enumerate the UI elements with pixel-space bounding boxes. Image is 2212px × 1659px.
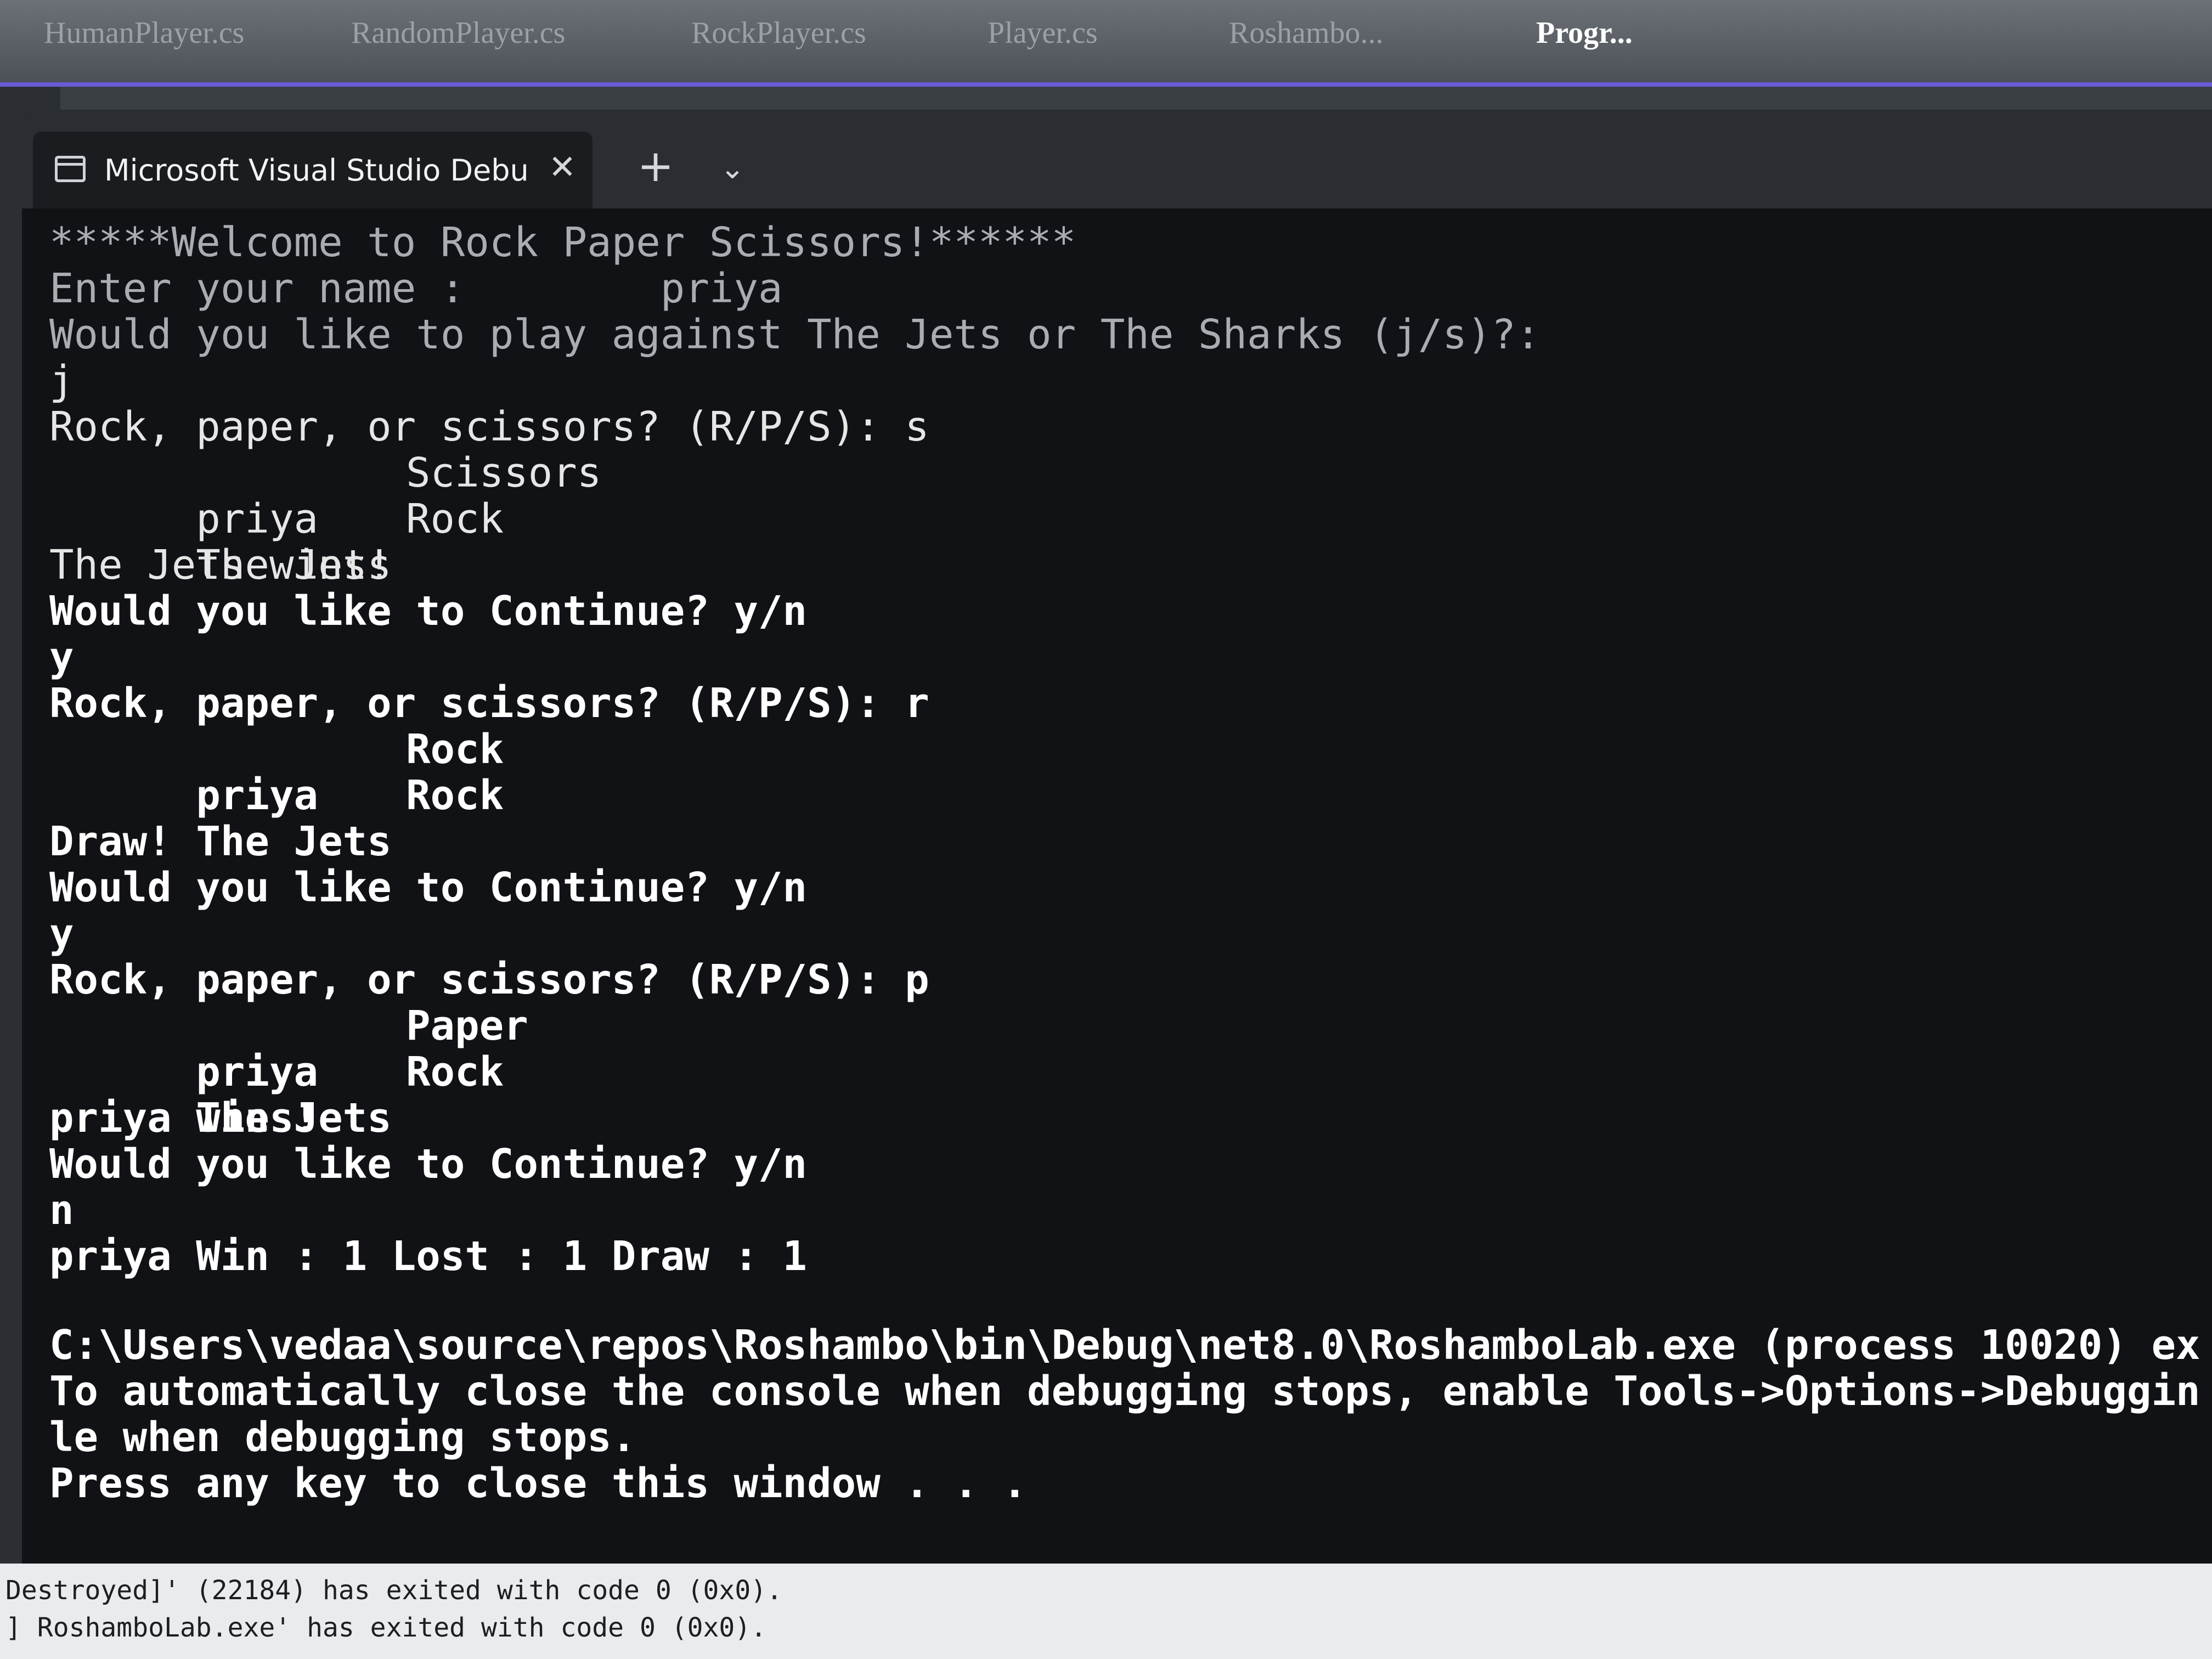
round2-player2-move: Rock — [406, 772, 504, 819]
editor-tab-program[interactable]: Progr... — [1514, 11, 1655, 55]
round2-answer: y — [49, 910, 74, 957]
console-titlebar: Microsoft Visual Studio Debu ✕ + ⌄ — [22, 110, 2212, 208]
round3-answer: n — [49, 1187, 74, 1234]
editor-tab-humanplayer[interactable]: HumanPlayer.cs — [22, 11, 266, 55]
round2-player2-name: The Jets — [196, 818, 392, 865]
round3-prompt: Rock, paper, or scissors? (R/P/S): p — [49, 956, 929, 1003]
editor-tab-randomplayer[interactable]: RandomPlayer.cs — [329, 11, 587, 55]
terminal-icon — [55, 156, 86, 182]
round2-prompt: Rock, paper, or scissors? (R/P/S): r — [49, 680, 929, 727]
round3-player1-move: Paper — [406, 1002, 528, 1049]
team-answer-line: j — [49, 357, 74, 404]
round2-player1: priya Rock — [49, 726, 504, 819]
round1-player2: The Jets Rock — [49, 496, 504, 588]
output-line: ] RoshamboLab.exe' has exited with code … — [5, 1612, 767, 1643]
round3-result: priya wins! — [49, 1094, 319, 1142]
auto-close-hint: To automatically close the console when … — [49, 1368, 2200, 1415]
round1-player1-move: Scissors — [406, 449, 602, 496]
close-icon[interactable]: ✕ — [543, 148, 582, 187]
console-tab[interactable]: Microsoft Visual Studio Debu ✕ — [33, 132, 592, 208]
console-output[interactable]: *****Welcome to Rock Paper Scissors!****… — [33, 219, 2200, 1591]
new-tab-plus-icon[interactable]: + — [631, 142, 680, 191]
name-prompt-line: Enter your name : priya — [49, 265, 783, 312]
round3-player1: priya Paper — [49, 1003, 528, 1095]
console-tab-title: Microsoft Visual Studio Debu — [104, 153, 529, 188]
round3-continue: Would you like to Continue? y/n — [49, 1141, 808, 1188]
press-key-line: Press any key to close this window . . . — [49, 1460, 1028, 1507]
editor-tab-roshambo[interactable]: Roshambo... — [1207, 11, 1406, 55]
summary-line: priya Win : 1 Lost : 1 Draw : 1 — [49, 1233, 808, 1280]
round1-player1: priya Scissors — [49, 450, 601, 542]
exit-message: C:\Users\vedaa\source\repos\Roshambo\bin… — [49, 1322, 2200, 1369]
round1-result: The Jets wins! — [49, 541, 392, 589]
ide-editor-tabs: HumanPlayer.cs RandomPlayer.cs RockPlaye… — [0, 0, 2212, 87]
round3-player2-move: Rock — [406, 1048, 504, 1096]
round2-result: Draw! — [49, 818, 172, 865]
round3-player2: The Jets Rock — [49, 1049, 504, 1141]
round1-player2-move: Rock — [406, 495, 504, 543]
debug-console-window: Microsoft Visual Studio Debu ✕ + ⌄ *****… — [22, 110, 2212, 1613]
round1-continue: Would you like to Continue? y/n — [49, 588, 808, 635]
round2-continue: Would you like to Continue? y/n — [49, 864, 808, 911]
round1-answer: y — [49, 634, 74, 681]
team-prompt-line: Would you like to play against The Jets … — [49, 311, 1541, 358]
output-line: Destroyed]' (22184) has exited with code… — [5, 1575, 783, 1606]
welcome-line: *****Welcome to Rock Paper Scissors!****… — [49, 219, 1076, 266]
editor-tab-player[interactable]: Player.cs — [966, 11, 1120, 55]
round2-player2: The Jets Rock — [49, 772, 504, 865]
chevron-down-icon[interactable]: ⌄ — [708, 144, 757, 193]
round2-player1-move: Rock — [406, 726, 504, 773]
editor-tab-rockplayer[interactable]: RockPlayer.cs — [669, 11, 888, 55]
round1-prompt: Rock, paper, or scissors? (R/P/S): s — [49, 403, 929, 450]
auto-close-hint-cont: le when debugging stops. — [49, 1414, 636, 1461]
ide-output-panel[interactable]: Destroyed]' (22184) has exited with code… — [0, 1564, 2212, 1659]
